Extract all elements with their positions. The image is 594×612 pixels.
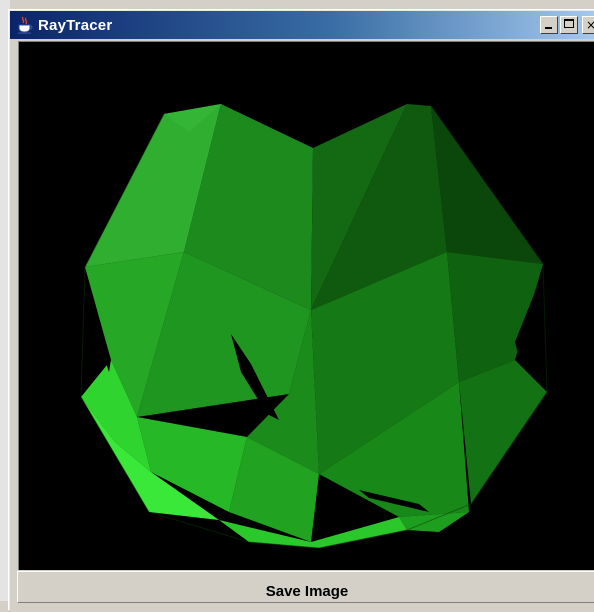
minimize-icon — [545, 27, 552, 29]
minimize-button[interactable] — [540, 16, 558, 34]
maximize-button[interactable] — [560, 16, 578, 34]
raytracer-window: RayTracer × Save Image — [0, 0, 594, 610]
render-canvas — [18, 41, 594, 570]
close-icon: × — [585, 18, 594, 32]
java-cup-icon — [16, 16, 34, 34]
save-image-button[interactable]: Save Image — [17, 571, 594, 603]
rendered-green-polyhedron — [80, 104, 548, 549]
close-button[interactable]: × — [582, 16, 594, 34]
window-controls: × — [540, 16, 594, 34]
title-bar[interactable]: RayTracer × — [10, 11, 594, 39]
window-title: RayTracer — [38, 16, 113, 34]
maximize-icon — [564, 19, 574, 28]
